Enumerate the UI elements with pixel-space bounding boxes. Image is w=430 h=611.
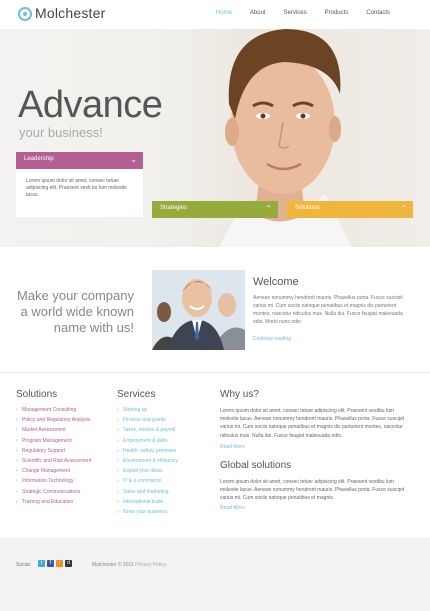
- twitter-icon[interactable]: t: [38, 560, 45, 567]
- services-item[interactable]: Environment & efficiency: [117, 456, 178, 466]
- site-footer: Social: t f r d Molchester © 2011 Privac…: [0, 538, 430, 611]
- why-us-text: Lorem ipsum dolor sit amet, consec tetue…: [220, 408, 404, 439]
- solutions-list: Management Consulting Policy and Regulat…: [16, 405, 91, 507]
- nav-contacts[interactable]: Contacts: [366, 10, 390, 16]
- business-people-photo: [152, 270, 245, 350]
- continue-reading-link[interactable]: Continue reading: [253, 336, 291, 342]
- copyright-text: Molchester © 2011 Privacy Policy: [92, 562, 166, 568]
- leadership-text: Lorem ipsum dolor sit amet, consec tetue…: [26, 178, 127, 198]
- main-nav: Home About Services Products Contacts: [198, 10, 390, 16]
- leadership-tab[interactable]: Leadership ⌄: [16, 152, 143, 169]
- services-item[interactable]: Grow your business: [117, 507, 178, 517]
- social-label: Social:: [16, 562, 32, 568]
- privacy-policy-link[interactable]: Privacy Policy: [135, 562, 166, 568]
- welcome-title: Welcome: [253, 276, 299, 288]
- solutions-item[interactable]: Program Management: [16, 436, 91, 446]
- slogan-text: Make your company a world wide known nam…: [16, 288, 134, 335]
- services-item[interactable]: Starting up: [117, 405, 178, 415]
- nav-about[interactable]: About: [250, 10, 266, 16]
- services-list: Starting up Finance and grants Taxes, re…: [117, 405, 178, 517]
- global-solutions-text: Lorem ipsum dolor sit amet, consec tetue…: [220, 479, 404, 502]
- strategies-tab[interactable]: Strategies ⌃: [152, 201, 278, 218]
- nav-home[interactable]: Home: [216, 10, 232, 16]
- logo-icon[interactable]: [18, 7, 32, 21]
- solutions-item[interactable]: Scientific and Risk Assessment: [16, 456, 91, 466]
- strategies-label: Strategies: [160, 205, 188, 211]
- global-read-more-link[interactable]: Read More: [220, 505, 245, 511]
- solutions-item[interactable]: Strategic Communications: [16, 487, 91, 497]
- solutions-item[interactable]: Policy and Regulatory Analysis: [16, 415, 91, 425]
- chevron-up-icon: ⌃: [400, 204, 407, 213]
- chevron-down-icon: ⌄: [130, 155, 137, 164]
- solutions-title: Solutions: [16, 389, 58, 400]
- nav-services[interactable]: Services: [284, 10, 307, 16]
- hero-subtitle: your business!: [19, 125, 103, 140]
- section-divider: [0, 372, 430, 373]
- services-item[interactable]: Finance and grants: [117, 415, 178, 425]
- solutions-item[interactable]: Information Technology: [16, 476, 91, 486]
- solutions-item[interactable]: Management Consulting: [16, 405, 91, 415]
- why-us-title: Why us?: [220, 389, 259, 400]
- facebook-icon[interactable]: f: [47, 560, 54, 567]
- copyright: Molchester © 2011: [92, 562, 134, 568]
- solutions-item[interactable]: Training and Education: [16, 497, 91, 507]
- services-item[interactable]: Taxes, returns & payroll: [117, 425, 178, 435]
- services-item[interactable]: Health, safety, premises: [117, 446, 178, 456]
- hero-title: Advance: [18, 84, 163, 126]
- leadership-label: Leadership: [24, 156, 54, 162]
- why-read-more-link[interactable]: Read More: [220, 444, 245, 450]
- services-item[interactable]: Employment & skills: [117, 436, 178, 446]
- solutions-item[interactable]: Change Management: [16, 466, 91, 476]
- solutions-tab[interactable]: Solutions ⌃: [287, 201, 413, 218]
- solutions-item[interactable]: Regulatory Support: [16, 446, 91, 456]
- services-item[interactable]: Exploit your ideas: [117, 466, 178, 476]
- nav-products[interactable]: Products: [325, 10, 349, 16]
- services-title: Services: [117, 389, 156, 400]
- global-solutions-title: Global solutions: [220, 460, 292, 471]
- site-header: Molchester Home About Services Products …: [0, 0, 430, 29]
- solutions-item[interactable]: Market Assessment: [16, 425, 91, 435]
- rss-icon[interactable]: r: [56, 560, 63, 567]
- services-item[interactable]: Sales and marketing: [117, 487, 178, 497]
- services-item[interactable]: International trade: [117, 497, 178, 507]
- welcome-text: Aenean nonummy hendrerit mauris. Phasell…: [253, 295, 403, 325]
- services-item[interactable]: IT & e-commerce: [117, 476, 178, 486]
- leadership-panel: Lorem ipsum dolor sit amet, consec tetue…: [16, 169, 143, 217]
- chevron-up-icon: ⌃: [265, 204, 272, 213]
- logo-text[interactable]: Molchester: [35, 5, 105, 21]
- delicious-icon[interactable]: d: [65, 560, 72, 567]
- solutions-label: Solutions: [295, 205, 320, 211]
